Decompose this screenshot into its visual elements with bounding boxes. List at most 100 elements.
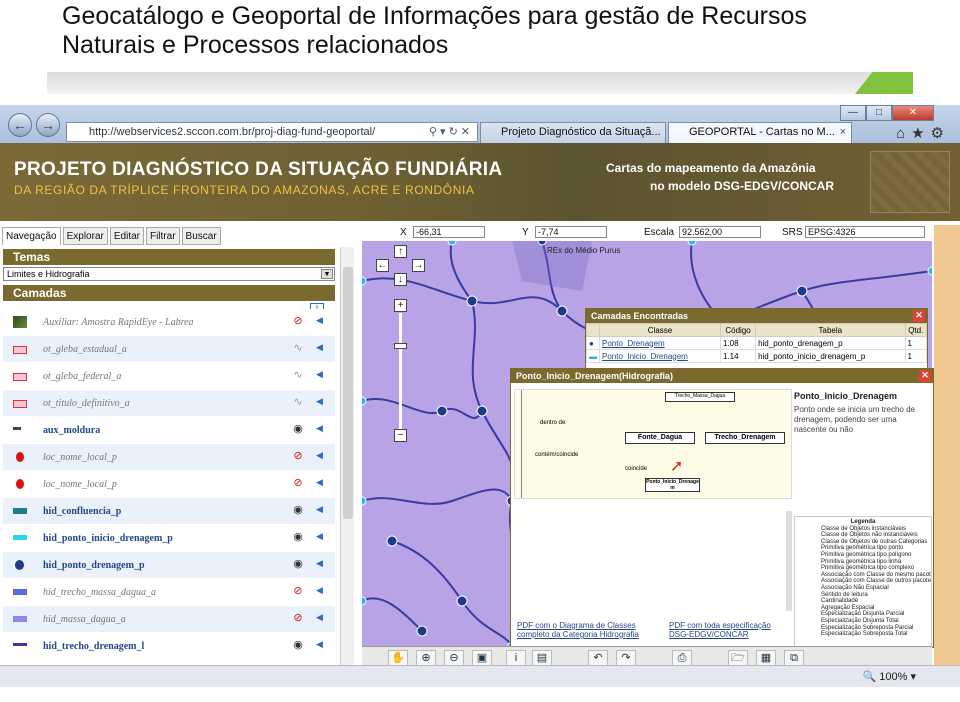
expand-arrow-icon[interactable]: ◀ bbox=[316, 612, 323, 623]
zoom-out-button[interactable]: − bbox=[394, 429, 407, 442]
chevron-down-icon[interactable]: ▼ bbox=[321, 269, 333, 279]
layer-row[interactable]: hid_trecho_massa_dagua_a ⊘ ◀ bbox=[3, 579, 335, 606]
pan-hand-icon[interactable]: ✋ bbox=[388, 650, 408, 666]
layer-row[interactable]: aux_moldura ◉ ◀ bbox=[3, 417, 335, 444]
table-cell: hid_ponto_drenagem_p bbox=[755, 336, 906, 350]
layer-row[interactable]: hid_ponto_inicio_drenagem_p ◉ ◀ bbox=[3, 525, 335, 552]
visibility-toggle-icon[interactable]: ⊘ bbox=[291, 316, 305, 328]
visibility-toggle-icon[interactable]: ◉ bbox=[291, 559, 305, 571]
pan-left-icon[interactable]: ← bbox=[376, 259, 389, 272]
layer-row[interactable]: Auxiliar: Amostra RapidEye - Labrea ⊘ ◀ bbox=[3, 309, 335, 336]
tab-editar[interactable]: Editar bbox=[109, 227, 144, 245]
expand-arrow-icon[interactable]: ◀ bbox=[316, 342, 323, 353]
left-scrollbar[interactable] bbox=[340, 247, 354, 671]
star-icon[interactable]: ★ bbox=[911, 125, 930, 142]
expand-arrow-icon[interactable]: ◀ bbox=[316, 450, 323, 461]
layer-row[interactable]: loc_nome_local_p ⊘ ◀ bbox=[3, 471, 335, 498]
minimize-button[interactable]: — bbox=[840, 105, 866, 121]
escala-field[interactable]: 92.562,00 bbox=[676, 225, 761, 241]
legend-item: Primitiva geométrica tipo polígono bbox=[821, 551, 912, 558]
home-icon[interactable]: ⌂ bbox=[896, 125, 911, 142]
close-icon[interactable]: ✕ bbox=[919, 370, 931, 382]
visibility-toggle-icon[interactable]: ◉ bbox=[291, 532, 305, 544]
expand-arrow-icon[interactable]: ◀ bbox=[316, 477, 323, 488]
x-field[interactable]: -66,31 bbox=[410, 225, 485, 241]
expand-arrow-icon[interactable]: ◀ bbox=[316, 423, 323, 434]
tab-buscar[interactable]: Buscar bbox=[181, 227, 221, 245]
layer-row[interactable]: ot_titulo_definitivo_a ∿ ◀ bbox=[3, 390, 335, 417]
pan-right-icon[interactable]: → bbox=[412, 259, 425, 272]
layer-row[interactable]: hid_ponto_drenagem_p ◉ ◀ bbox=[3, 552, 335, 579]
zoom-in-icon[interactable]: ⊕ bbox=[416, 650, 436, 666]
tab-filtrar[interactable]: Filtrar bbox=[145, 227, 180, 245]
visibility-toggle-icon[interactable]: ⊘ bbox=[291, 586, 305, 598]
visibility-toggle-icon[interactable]: ⊘ bbox=[291, 478, 305, 490]
undo-icon[interactable]: ↶ bbox=[588, 650, 608, 666]
layer-row[interactable]: ot_gleba_estadual_a ∿ ◀ bbox=[3, 336, 335, 363]
pan-up-icon[interactable]: ↑ bbox=[394, 245, 407, 258]
measure-icon[interactable]: ▤ bbox=[532, 650, 552, 666]
close-icon[interactable]: ✕ bbox=[913, 310, 925, 322]
visibility-toggle-icon[interactable]: ⊘ bbox=[291, 613, 305, 625]
cyan-rect-icon: ▬ bbox=[586, 349, 600, 363]
table-cell-link[interactable]: Ponto_Drenagem bbox=[599, 336, 721, 350]
zoom-slider-track[interactable] bbox=[399, 313, 402, 431]
expand-arrow-icon[interactable]: ◀ bbox=[316, 585, 323, 596]
expand-arrow-icon[interactable]: ◀ bbox=[316, 639, 323, 650]
tab-explorar[interactable]: Explorar bbox=[62, 227, 108, 245]
table-cell-link[interactable]: Ponto_Inicio_Drenagem bbox=[599, 349, 721, 363]
expand-arrow-icon[interactable]: ◀ bbox=[316, 504, 323, 515]
copy-icon[interactable]: ⧉ bbox=[784, 650, 804, 666]
info-icon[interactable]: i bbox=[506, 650, 526, 666]
table-cell: 1.08 bbox=[719, 336, 757, 350]
expand-arrow-icon[interactable]: ◀ bbox=[316, 369, 323, 380]
pan-down-icon[interactable]: ↓ bbox=[394, 273, 407, 286]
open-folder-icon[interactable]: 🗁 bbox=[728, 650, 748, 666]
table-row[interactable]: ▬ Ponto_Inicio_Drenagem 1.14 hid_ponto_i… bbox=[586, 349, 927, 363]
layer-row[interactable]: hid_confluencia_p ◉ ◀ bbox=[3, 498, 335, 525]
close-tab-icon[interactable]: × bbox=[840, 123, 846, 142]
tab-project[interactable]: Projeto Diagnóstico da Situaçã... bbox=[480, 122, 666, 143]
table-row[interactable]: ● Ponto_Drenagem 1.08 hid_ponto_drenagem… bbox=[586, 336, 927, 350]
expand-arrow-icon[interactable]: ◀ bbox=[316, 558, 323, 569]
tab-geoportal[interactable]: GEOPORTAL - Cartas no M... × bbox=[668, 122, 852, 143]
srs-select[interactable]: EPSG:4326 bbox=[802, 225, 925, 241]
temas-select[interactable]: Limites e Hidrografia ▼ bbox=[3, 267, 335, 281]
layer-row[interactable]: hid_trecho_drenagem_l ◉ ◀ bbox=[3, 633, 335, 660]
gear-icon[interactable]: ⚙ bbox=[931, 125, 950, 142]
forward-button[interactable]: → bbox=[36, 113, 60, 137]
expand-arrow-icon[interactable]: ◀ bbox=[316, 315, 323, 326]
pdf-spec-link[interactable]: PDF com toda especificação DSG-EDGV/CONC… bbox=[669, 621, 771, 639]
visibility-toggle-icon[interactable]: ◉ bbox=[291, 505, 305, 517]
zoom-level[interactable]: 🔍 100% ▾ bbox=[863, 670, 916, 683]
print-icon[interactable]: ⎙ bbox=[672, 650, 692, 666]
zoom-out-icon[interactable]: ⊖ bbox=[444, 650, 464, 666]
tab-navegacao[interactable]: Navegação bbox=[2, 227, 61, 245]
zoom-slider-handle[interactable] bbox=[394, 343, 407, 349]
visibility-toggle-icon[interactable]: ◉ bbox=[291, 424, 305, 436]
zoom-extent-icon[interactable]: ▣ bbox=[472, 650, 492, 666]
back-button[interactable]: ← bbox=[8, 113, 32, 137]
pdf-diagram-link[interactable]: PDF com o Diagrama de Classes completo d… bbox=[517, 621, 639, 639]
address-actions-icon[interactable]: ⚲▾↻✕ bbox=[429, 123, 473, 141]
expand-arrow-icon[interactable]: ◀ bbox=[316, 531, 323, 542]
layer-row[interactable]: ot_gleba_federal_a ∿ ◀ bbox=[3, 363, 335, 390]
redo-icon[interactable]: ↷ bbox=[616, 650, 636, 666]
scrollbar-thumb[interactable] bbox=[343, 267, 353, 519]
layer-name: ot_titulo_definitivo_a bbox=[43, 398, 130, 409]
address-bar[interactable]: http://webservices2.sccon.com.br/proj-di… bbox=[66, 122, 478, 142]
visibility-toggle-icon[interactable]: ⊘ bbox=[291, 451, 305, 463]
layer-row[interactable]: loc_nome_local_p ⊘ ◀ bbox=[3, 444, 335, 471]
layer-row[interactable]: hid_massa_dagua_a ⊘ ◀ bbox=[3, 606, 335, 633]
visibility-toggle-icon[interactable]: ∿ bbox=[291, 397, 305, 409]
zoom-in-button[interactable]: + bbox=[394, 299, 407, 312]
expand-arrow-icon[interactable]: ◀ bbox=[316, 396, 323, 407]
diagram-scrollbar[interactable] bbox=[786, 511, 792, 611]
maximize-button[interactable]: □ bbox=[866, 105, 892, 121]
y-field[interactable]: -7,74 bbox=[532, 225, 607, 241]
visibility-toggle-icon[interactable]: ∿ bbox=[291, 370, 305, 382]
image-export-icon[interactable]: ▦ bbox=[756, 650, 776, 666]
close-window-button[interactable]: ✕ bbox=[892, 105, 934, 121]
visibility-toggle-icon[interactable]: ◉ bbox=[291, 640, 305, 652]
visibility-toggle-icon[interactable]: ∿ bbox=[291, 343, 305, 355]
